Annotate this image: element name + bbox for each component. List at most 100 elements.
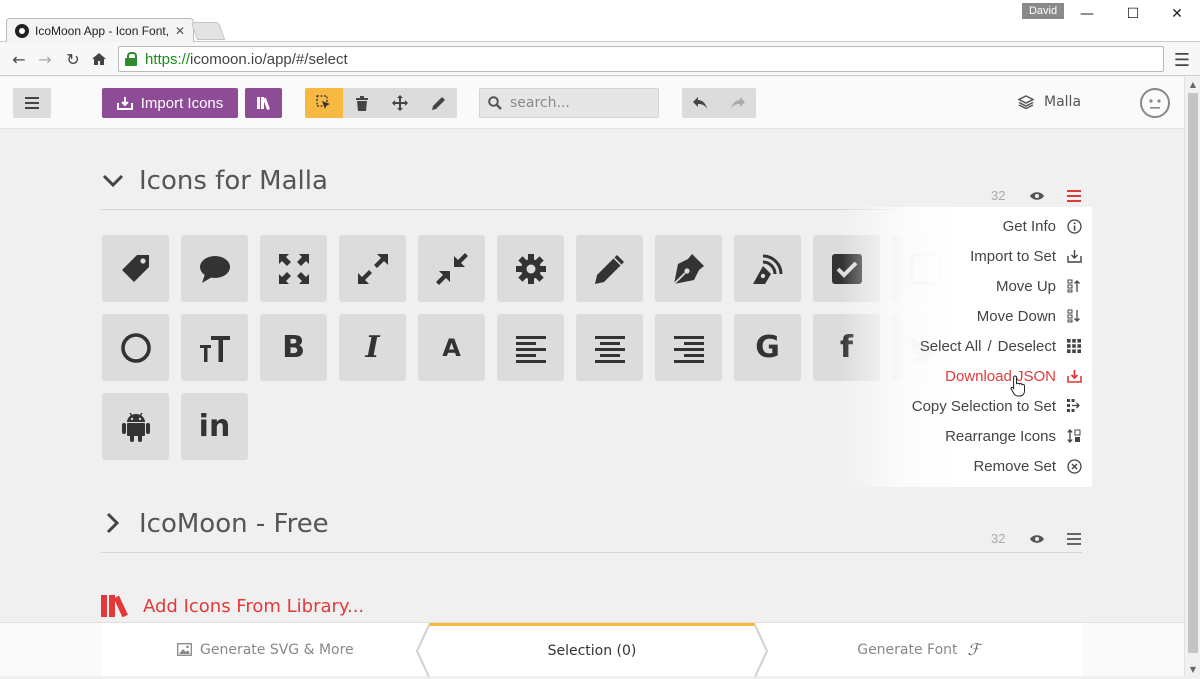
icon-tile-font[interactable]: A xyxy=(418,314,485,381)
image-icon xyxy=(177,643,192,656)
move-icon xyxy=(392,95,408,111)
icon-tile-android[interactable] xyxy=(102,393,169,460)
url-scheme: https:// xyxy=(145,50,191,68)
hamburger-icon xyxy=(25,97,39,109)
icomoon-favicon-icon xyxy=(15,23,29,38)
bubble-icon xyxy=(199,255,230,283)
scroll-up-arrow-icon[interactable]: ▲ xyxy=(1185,77,1200,91)
hand-cursor-icon xyxy=(1010,375,1025,397)
search-box[interactable] xyxy=(479,88,659,118)
icon-tile-cog[interactable] xyxy=(497,235,564,302)
scrollbar-thumb[interactable] xyxy=(1188,93,1198,653)
forward-arrow-icon[interactable]: → xyxy=(34,48,56,70)
feed-icon xyxy=(752,254,782,284)
grid-icon xyxy=(1066,338,1082,354)
font-icon: A xyxy=(442,333,461,362)
delete-tool[interactable] xyxy=(343,88,381,118)
set-title-icomoon-free[interactable]: IcoMoon - Free xyxy=(139,509,329,539)
main-menu-button[interactable] xyxy=(13,88,51,118)
home-icon[interactable] xyxy=(88,48,110,70)
project-selector[interactable]: Malla xyxy=(1018,94,1081,110)
redo-button[interactable] xyxy=(719,88,756,118)
browser-tabstrip: IcoMoon App - Icon Font, ✕ David — ☐ ✕ xyxy=(0,0,1200,42)
pencil-icon xyxy=(594,254,624,284)
select-tool[interactable] xyxy=(305,88,343,118)
minimize-icon[interactable]: — xyxy=(1064,2,1110,26)
menu-deselect[interactable]: Deselect xyxy=(998,338,1056,355)
url-path: icomoon.io/app/#/select xyxy=(190,50,348,68)
info-icon xyxy=(1066,218,1082,234)
icon-tile-expand[interactable] xyxy=(339,235,406,302)
menu-get-info[interactable]: Get Info xyxy=(1003,211,1082,241)
icon-tile-italic[interactable]: I xyxy=(339,314,406,381)
set-title-malla[interactable]: Icons for Malla xyxy=(139,166,328,196)
icon-tile-align-right[interactable] xyxy=(655,314,722,381)
collapse-set-chevron-icon[interactable] xyxy=(102,169,124,193)
set-menu-hamburger-icon[interactable] xyxy=(1067,533,1081,545)
menu-copy-selection-to-set[interactable]: Copy Selection to Set xyxy=(912,391,1082,421)
icon-tile-shrink[interactable] xyxy=(418,235,485,302)
scroll-down-arrow-icon[interactable]: ▼ xyxy=(1185,662,1200,676)
browser-tab[interactable]: IcoMoon App - Icon Font, ✕ xyxy=(6,18,194,42)
icon-tile-bubble[interactable] xyxy=(181,235,248,302)
linkedin-icon: in xyxy=(198,409,231,444)
edit-tool[interactable] xyxy=(419,88,457,118)
eye-icon[interactable] xyxy=(1030,534,1044,544)
download-icon xyxy=(1066,368,1082,384)
shrink-icon xyxy=(435,252,468,285)
icon-tile-google[interactable]: G xyxy=(734,314,801,381)
menu-move-up[interactable]: Move Up xyxy=(996,271,1082,301)
neutral-face-icon xyxy=(1149,99,1161,109)
library-icon xyxy=(101,595,128,617)
tab-generate-svg[interactable]: Generate SVG & More xyxy=(102,623,429,676)
menu-rearrange-icons[interactable]: Rearrange Icons xyxy=(945,421,1082,451)
set-menu-hamburger-icon[interactable] xyxy=(1067,190,1081,202)
import-icon xyxy=(116,97,133,110)
menu-select-all-deselect[interactable]: Select All / Deselect xyxy=(920,331,1082,361)
icon-tile-circle[interactable] xyxy=(102,314,169,381)
menu-select-all[interactable]: Select All xyxy=(920,338,982,355)
library-button[interactable] xyxy=(245,88,282,118)
menu-remove-set[interactable]: Remove Set xyxy=(973,451,1082,481)
search-input[interactable] xyxy=(508,94,648,112)
search-icon xyxy=(488,96,502,110)
icon-tile-pencil[interactable] xyxy=(576,235,643,302)
icon-tile-text-height[interactable] xyxy=(181,314,248,381)
tab-selection[interactable]: Selection (0) xyxy=(415,623,769,678)
eye-icon[interactable] xyxy=(1030,191,1044,201)
menu-import-to-set[interactable]: Import to Set xyxy=(970,241,1082,271)
maximize-icon[interactable]: ☐ xyxy=(1110,2,1156,26)
icon-tile-enlarge[interactable] xyxy=(260,235,327,302)
icon-tile-align-left[interactable] xyxy=(497,314,564,381)
expand-set-chevron-icon[interactable] xyxy=(106,512,120,539)
icon-tile-feed[interactable] xyxy=(734,235,801,302)
icon-tile-bold[interactable]: B xyxy=(260,314,327,381)
icon-tile-align-center[interactable] xyxy=(576,314,643,381)
vertical-scrollbar[interactable]: ▲ ▼ xyxy=(1184,77,1200,676)
reload-icon[interactable]: ↻ xyxy=(62,48,84,70)
browser-menu-icon[interactable]: ☰ xyxy=(1172,50,1192,71)
address-bar[interactable]: https:// icomoon.io/app/#/select xyxy=(118,46,1164,72)
align-left-icon xyxy=(515,335,546,363)
history-tools xyxy=(682,88,756,118)
close-tab-icon[interactable]: ✕ xyxy=(175,24,185,38)
icon-tile-tag[interactable] xyxy=(102,235,169,302)
undo-button[interactable] xyxy=(682,88,719,118)
import-icons-button[interactable]: Import Icons xyxy=(102,88,238,118)
menu-move-down[interactable]: Move Down xyxy=(977,301,1082,331)
add-icons-from-library-link[interactable]: Add Icons From Library... xyxy=(101,595,364,617)
avatar[interactable] xyxy=(1140,88,1170,118)
icon-tile-pen[interactable] xyxy=(655,235,722,302)
close-window-icon[interactable]: ✕ xyxy=(1154,2,1200,26)
move-tool[interactable] xyxy=(381,88,419,118)
profile-badge[interactable]: David xyxy=(1022,3,1064,19)
tab-generate-font[interactable]: Generate Font ℱ xyxy=(755,623,1082,676)
lock-icon xyxy=(125,52,137,66)
trash-icon xyxy=(356,95,368,111)
icon-tile-linkedin[interactable]: in xyxy=(181,393,248,460)
tab-title: IcoMoon App - Icon Font, xyxy=(35,23,170,38)
new-tab-button[interactable] xyxy=(190,22,226,40)
back-arrow-icon[interactable]: ← xyxy=(8,48,30,70)
android-icon xyxy=(121,412,150,442)
font-script-icon: ℱ xyxy=(967,640,981,659)
